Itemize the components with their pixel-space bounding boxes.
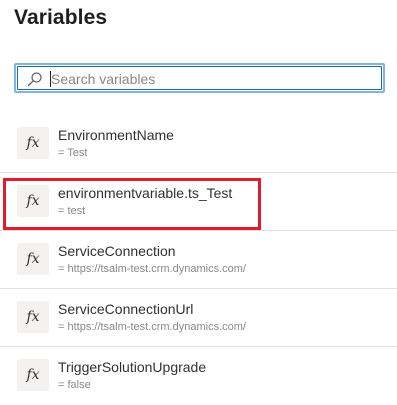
fx-icon: fx <box>17 243 49 275</box>
variable-name[interactable]: EnvironmentName <box>58 127 174 143</box>
search-icon <box>27 71 43 87</box>
variable-value: = https://tsalm-test.crm.dynamics.com/ <box>58 263 246 275</box>
variable-list: fx EnvironmentName = Test fx environment… <box>0 115 397 405</box>
fx-icon: fx <box>17 359 49 391</box>
variable-row[interactable]: fx TriggerSolutionUpgrade = false <box>0 347 397 405</box>
variable-row[interactable]: fx EnvironmentName = Test <box>0 115 397 173</box>
variable-row[interactable]: fx ServiceConnectionUrl = https://tsalm-… <box>0 289 397 347</box>
variable-row[interactable]: fx ServiceConnection = https://tsalm-tes… <box>0 231 397 289</box>
variable-value: = Test <box>58 147 88 159</box>
variable-value: = false <box>58 379 91 391</box>
fx-icon: fx <box>17 185 49 217</box>
search-box[interactable] <box>14 63 385 93</box>
variable-name[interactable]: ServiceConnection <box>58 243 176 259</box>
variable-name[interactable]: ServiceConnectionUrl <box>58 301 193 317</box>
fx-icon: fx <box>17 301 49 333</box>
variable-value: = https://tsalm-test.crm.dynamics.com/ <box>58 321 246 333</box>
search-input[interactable] <box>51 67 371 91</box>
variable-name[interactable]: TriggerSolutionUpgrade <box>58 359 206 375</box>
fx-icon: fx <box>17 127 49 159</box>
variable-value: = test <box>58 205 86 217</box>
text-cursor <box>50 71 51 87</box>
page-title: Variables <box>14 6 108 29</box>
variable-row[interactable]: fx environmentvariable.ts_Test = test <box>0 173 397 231</box>
variable-name[interactable]: environmentvariable.ts_Test <box>58 185 232 201</box>
